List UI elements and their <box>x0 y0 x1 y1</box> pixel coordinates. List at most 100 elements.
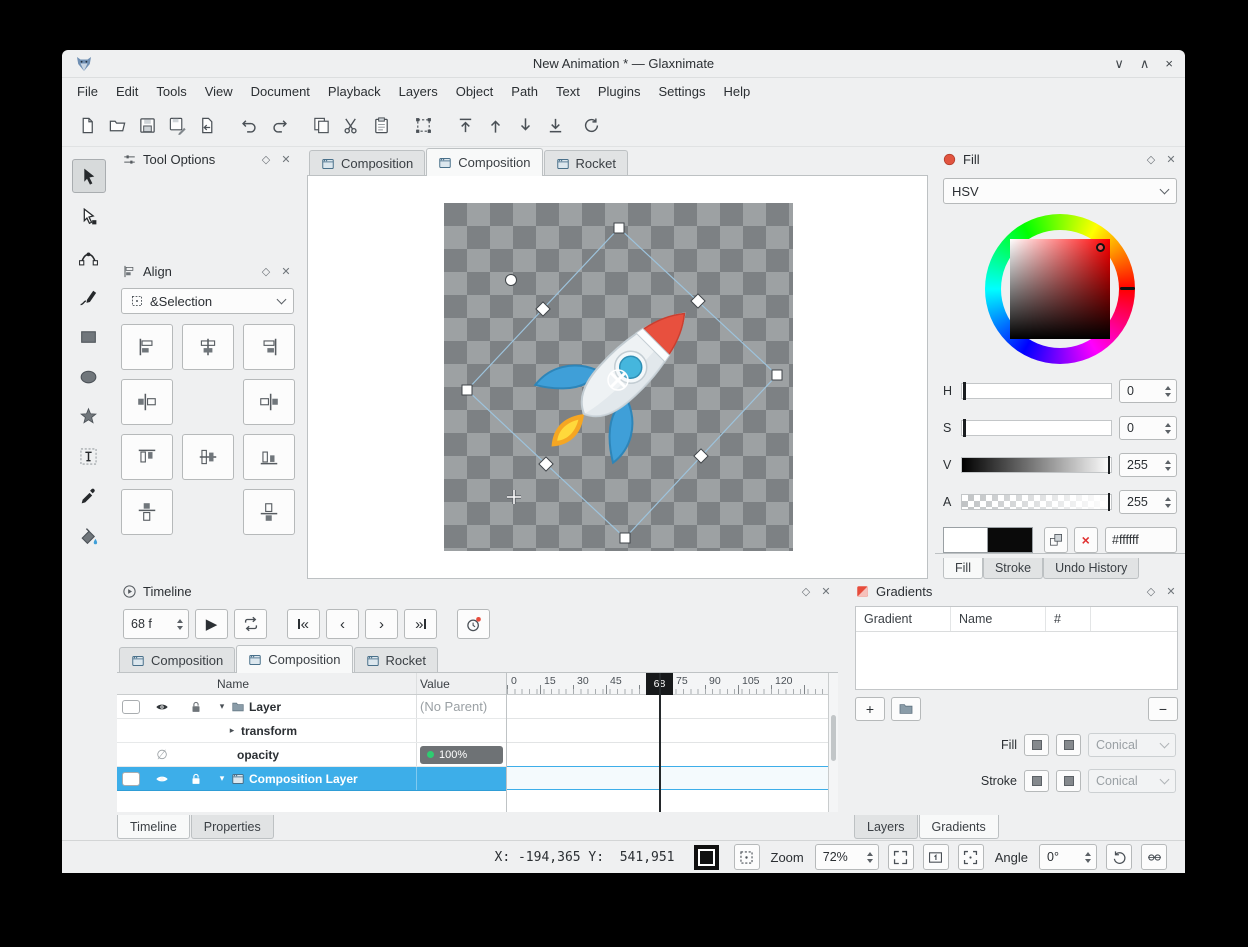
tab-stroke[interactable]: Stroke <box>983 558 1043 579</box>
layer-row[interactable]: ▾ Layer (No Parent) <box>117 695 506 719</box>
hue-selector[interactable] <box>1120 287 1135 290</box>
track-row[interactable] <box>507 719 828 743</box>
tab-composition-2[interactable]: Composition <box>426 148 542 176</box>
close-panel-icon[interactable]: ✕ <box>1164 153 1178 166</box>
titlebar[interactable]: New Animation * — Glaxnimate ∨ ∧ × <box>62 50 1185 78</box>
bezier-tool-button[interactable] <box>72 239 106 273</box>
gradient-column-header[interactable]: Gradient <box>856 607 951 631</box>
scale-handle-top[interactable] <box>614 223 624 233</box>
transform-row[interactable]: ▸ transform <box>117 719 506 743</box>
hue-slider[interactable] <box>961 383 1112 399</box>
close-button[interactable]: × <box>1165 56 1173 72</box>
stroke-gradient-toggle-2[interactable] <box>1056 770 1081 792</box>
select-tool-button[interactable] <box>72 159 106 193</box>
menu-plugins[interactable]: Plugins <box>589 80 650 103</box>
spin-down-icon[interactable] <box>1165 467 1171 471</box>
slider-handle[interactable] <box>1108 456 1111 474</box>
frame-view-button[interactable] <box>958 844 984 870</box>
align-outside-left-button[interactable] <box>121 379 173 425</box>
frame-ruler[interactable]: 0 15 30 45 75 90 105 120 68 <box>507 673 828 695</box>
angle-spinbox[interactable]: 0° <box>1039 844 1097 870</box>
lower-button[interactable] <box>510 111 540 141</box>
stroke-gradient-type-select[interactable]: Conical <box>1088 769 1176 793</box>
spin-up-icon[interactable] <box>1165 423 1171 427</box>
align-outside-bottom-button[interactable] <box>243 489 295 535</box>
value-column-header[interactable]: Value <box>420 677 450 691</box>
first-frame-button[interactable]: « <box>287 609 320 639</box>
name-column-header[interactable]: Name <box>217 677 249 691</box>
menu-layers[interactable]: Layers <box>390 80 447 103</box>
lower-to-bottom-button[interactable] <box>540 111 570 141</box>
previous-frame-button[interactable]: ‹ <box>326 609 359 639</box>
collapse-arrow-icon[interactable]: ▾ <box>217 773 227 784</box>
scale-handle-right[interactable] <box>772 370 782 380</box>
undo-button[interactable] <box>234 111 264 141</box>
count-column-header[interactable]: # <box>1046 607 1091 631</box>
canvas-options-button[interactable] <box>734 844 760 870</box>
dock-tab-properties[interactable]: Properties <box>191 815 274 839</box>
layer-color-swatch[interactable] <box>122 772 140 786</box>
slider-handle[interactable] <box>963 382 966 400</box>
text-tool-button[interactable] <box>72 439 106 473</box>
canvas-viewport[interactable] <box>307 175 928 579</box>
track-row-selected[interactable] <box>507 766 828 790</box>
align-relative-to-select[interactable]: &Selection <box>121 288 294 314</box>
opacity-value-badge[interactable]: 100% <box>420 746 503 764</box>
fill-gradient-toggle-1[interactable] <box>1024 734 1049 756</box>
tab-rocket[interactable]: Rocket <box>544 150 628 176</box>
cut-button[interactable] <box>336 111 366 141</box>
spin-down-icon[interactable] <box>867 859 873 863</box>
menu-tools[interactable]: Tools <box>147 80 195 103</box>
align-outside-top-button[interactable] <box>121 489 173 535</box>
stroke-gradient-toggle-1[interactable] <box>1024 770 1049 792</box>
color-model-select[interactable]: HSV <box>943 178 1177 204</box>
save-as-button[interactable] <box>162 111 192 141</box>
alpha-slider[interactable] <box>961 494 1112 510</box>
fill-gradient-toggle-2[interactable] <box>1056 734 1081 756</box>
timeline-tracks[interactable]: 0 15 30 45 75 90 105 120 68 <box>507 673 828 812</box>
menu-view[interactable]: View <box>196 80 242 103</box>
dock-tab-timeline[interactable]: Timeline <box>117 815 190 839</box>
play-button[interactable]: ▶ <box>195 609 228 639</box>
maximize-button[interactable]: ∧ <box>1140 56 1150 72</box>
saturation-value-square[interactable] <box>1010 239 1110 339</box>
hue-spinbox[interactable]: 0 <box>1119 379 1177 403</box>
record-button[interactable] <box>457 609 490 639</box>
menu-playback[interactable]: Playback <box>319 80 390 103</box>
eye-icon[interactable] <box>155 700 169 714</box>
scrollbar-thumb[interactable] <box>831 715 836 761</box>
close-panel-icon[interactable]: ✕ <box>279 265 293 278</box>
name-column-header[interactable]: Name <box>951 607 1046 631</box>
zoom-original-button[interactable] <box>923 844 949 870</box>
collapse-arrow-icon[interactable]: ▾ <box>217 701 227 712</box>
scale-handle-bottom[interactable] <box>620 533 630 543</box>
frame-spinbox[interactable]: 68 f <box>123 609 189 639</box>
hex-color-input[interactable] <box>1105 527 1177 553</box>
expand-arrow-icon[interactable]: ▸ <box>227 725 237 736</box>
slider-handle[interactable] <box>963 419 966 437</box>
value-spinbox[interactable]: 255 <box>1119 453 1177 477</box>
spin-up-icon[interactable] <box>1165 460 1171 464</box>
update-button[interactable] <box>576 111 606 141</box>
tab-composition-1[interactable]: Composition <box>309 150 425 176</box>
sv-selector[interactable] <box>1096 243 1105 252</box>
select-all-button[interactable] <box>408 111 438 141</box>
save-button[interactable] <box>132 111 162 141</box>
edit-nodes-tool-button[interactable] <box>72 199 106 233</box>
saturation-slider[interactable] <box>961 420 1112 436</box>
next-frame-button[interactable]: › <box>365 609 398 639</box>
track-row[interactable] <box>507 743 828 767</box>
spin-up-icon[interactable] <box>867 852 873 856</box>
timeline-tab-composition-1[interactable]: Composition <box>119 647 235 673</box>
zoom-spinbox[interactable]: 72% <box>815 844 879 870</box>
redo-button[interactable] <box>264 111 294 141</box>
raise-to-top-button[interactable] <box>450 111 480 141</box>
saturation-spinbox[interactable]: 0 <box>1119 416 1177 440</box>
align-hcenter-button[interactable] <box>182 324 234 370</box>
secondary-color-swatch[interactable] <box>988 527 1033 553</box>
add-preset-button[interactable] <box>891 697 921 721</box>
spin-down-icon[interactable] <box>1165 430 1171 434</box>
scale-handle-left[interactable] <box>462 385 472 395</box>
menu-settings[interactable]: Settings <box>650 80 715 103</box>
eye-icon[interactable] <box>155 772 169 786</box>
